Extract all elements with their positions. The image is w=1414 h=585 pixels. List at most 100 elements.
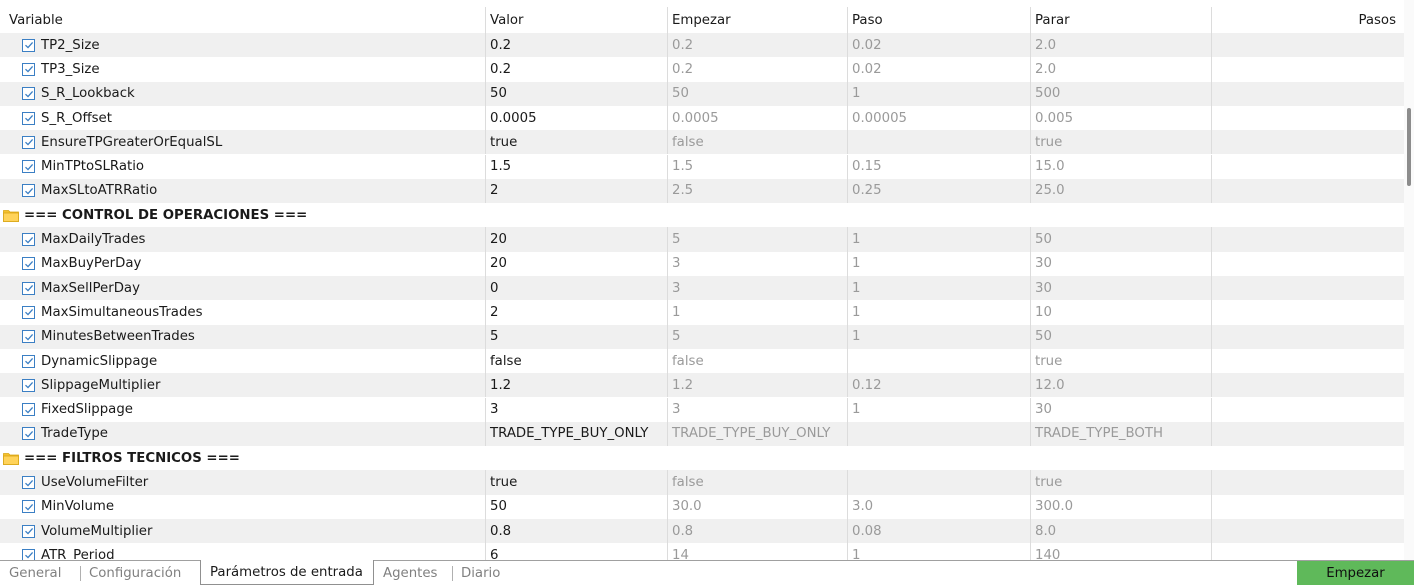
parameter-row[interactable]: ATR_Period 6 14 1 140 [0, 543, 1404, 560]
step-cell[interactable]: 3.0 [847, 494, 1030, 519]
stop-cell[interactable]: 300.0 [1030, 494, 1211, 519]
value-cell[interactable]: 1.5 [485, 154, 667, 179]
checkbox-checked-icon[interactable] [22, 87, 35, 101]
value-cell[interactable]: TRADE_TYPE_BUY_ONLY [485, 421, 667, 447]
step-cell[interactable]: 1 [847, 324, 1030, 349]
tab-parámetros-de-entrada[interactable]: Parámetros de entrada [200, 560, 374, 585]
parameter-row[interactable]: FixedSlippage 3 3 1 30 [0, 397, 1404, 422]
parameter-row[interactable]: MaxSimultaneousTrades 2 1 1 10 [0, 300, 1404, 325]
parameter-row[interactable]: S_R_Lookback 50 50 1 500 [0, 81, 1404, 106]
parameter-row[interactable]: S_R_Offset 0.0005 0.0005 0.00005 0.005 [0, 105, 1404, 131]
vertical-scrollbar[interactable] [1404, 0, 1414, 560]
stop-cell[interactable]: true [1030, 348, 1211, 374]
checkbox-checked-icon[interactable] [22, 427, 35, 441]
checkbox-checked-icon[interactable] [22, 160, 35, 174]
value-cell[interactable]: 0.0005 [485, 105, 667, 131]
stop-cell[interactable]: true [1030, 130, 1211, 155]
step-cell[interactable]: 0.12 [847, 373, 1030, 398]
start-cell[interactable]: 30.0 [667, 494, 847, 519]
start-cell[interactable]: 3 [667, 276, 847, 301]
value-cell[interactable]: 20 [485, 251, 667, 276]
start-cell[interactable]: 14 [667, 543, 847, 560]
parameter-row[interactable]: MinVolume 50 30.0 3.0 300.0 [0, 494, 1404, 519]
step-cell[interactable]: 1 [847, 276, 1030, 301]
step-cell[interactable] [847, 348, 1030, 374]
start-cell[interactable]: TRADE_TYPE_BUY_ONLY [667, 421, 847, 447]
value-cell[interactable]: true [485, 470, 667, 495]
parameter-row[interactable]: TP2_Size 0.2 0.2 0.02 2.0 [0, 33, 1404, 58]
start-cell[interactable]: false [667, 130, 847, 155]
value-cell[interactable]: 0 [485, 276, 667, 301]
step-cell[interactable]: 0.02 [847, 57, 1030, 82]
stop-cell[interactable]: 12.0 [1030, 373, 1211, 398]
value-cell[interactable]: 0.2 [485, 33, 667, 58]
step-cell[interactable]: 0.00005 [847, 105, 1030, 131]
parameter-row[interactable]: UseVolumeFilter true false true [0, 470, 1404, 495]
step-cell[interactable]: 1 [847, 543, 1030, 560]
start-cell[interactable]: 2.5 [667, 178, 847, 204]
column-header-value[interactable]: Valor [485, 7, 667, 33]
checkbox-checked-icon[interactable] [22, 305, 35, 319]
parameter-row[interactable]: MinTPtoSLRatio 1.5 1.5 0.15 15.0 [0, 154, 1404, 179]
start-cell[interactable]: 3 [667, 397, 847, 422]
stop-cell[interactable]: 8.0 [1030, 519, 1211, 544]
parameter-row[interactable]: MinutesBetweenTrades 5 5 1 50 [0, 324, 1404, 349]
parameter-row[interactable]: TP3_Size 0.2 0.2 0.02 2.0 [0, 57, 1404, 82]
step-cell[interactable]: 1 [847, 251, 1030, 276]
checkbox-checked-icon[interactable] [22, 184, 35, 198]
column-header-stop[interactable]: Parar [1030, 7, 1211, 33]
checkbox-checked-icon[interactable] [22, 257, 35, 271]
value-cell[interactable]: 2 [485, 300, 667, 325]
stop-cell[interactable]: 30 [1030, 251, 1211, 276]
parameter-row[interactable]: MaxDailyTrades 20 5 1 50 [0, 227, 1404, 252]
parameter-row[interactable]: MaxSellPerDay 0 3 1 30 [0, 276, 1404, 301]
step-cell[interactable]: 1 [847, 300, 1030, 325]
checkbox-checked-icon[interactable] [22, 281, 35, 295]
checkbox-checked-icon[interactable] [22, 548, 35, 560]
step-cell[interactable] [847, 130, 1030, 155]
step-cell[interactable]: 0.15 [847, 154, 1030, 179]
start-cell[interactable]: false [667, 470, 847, 495]
value-cell[interactable]: 20 [485, 227, 667, 252]
start-cell[interactable]: 1.2 [667, 373, 847, 398]
step-cell[interactable]: 0.25 [847, 178, 1030, 204]
checkbox-checked-icon[interactable] [22, 330, 35, 344]
column-header-variable[interactable]: Variable [0, 7, 485, 33]
start-cell[interactable]: 0.2 [667, 33, 847, 58]
tab-diario[interactable]: Diario [452, 561, 512, 585]
checkbox-checked-icon[interactable] [22, 403, 35, 417]
group-row[interactable]: === FILTROS TECNICOS === [0, 446, 1404, 471]
column-header-start[interactable]: Empezar [667, 7, 847, 33]
stop-cell[interactable]: true [1030, 470, 1211, 495]
stop-cell[interactable]: 25.0 [1030, 178, 1211, 204]
checkbox-checked-icon[interactable] [22, 135, 35, 149]
start-cell[interactable]: 5 [667, 227, 847, 252]
value-cell[interactable]: 2 [485, 178, 667, 204]
step-cell[interactable] [847, 421, 1030, 447]
stop-cell[interactable]: 30 [1030, 276, 1211, 301]
parameter-row[interactable]: MaxSLtoATRRatio 2 2.5 0.25 25.0 [0, 178, 1404, 204]
stop-cell[interactable]: 50 [1030, 227, 1211, 252]
step-cell[interactable]: 1 [847, 227, 1030, 252]
checkbox-checked-icon[interactable] [22, 476, 35, 490]
checkbox-checked-icon[interactable] [22, 378, 35, 392]
step-cell[interactable]: 0.08 [847, 519, 1030, 544]
stop-cell[interactable]: 10 [1030, 300, 1211, 325]
step-cell[interactable]: 1 [847, 397, 1030, 422]
step-cell[interactable]: 1 [847, 81, 1030, 106]
value-cell[interactable]: 0.2 [485, 57, 667, 82]
start-cell[interactable]: false [667, 348, 847, 374]
tab-agentes[interactable]: Agentes [374, 561, 452, 585]
value-cell[interactable]: 5 [485, 324, 667, 349]
parameter-row[interactable]: MaxBuyPerDay 20 3 1 30 [0, 251, 1404, 276]
checkbox-checked-icon[interactable] [22, 111, 35, 125]
start-cell[interactable]: 0.0005 [667, 105, 847, 131]
start-cell[interactable]: 50 [667, 81, 847, 106]
value-cell[interactable]: 1.2 [485, 373, 667, 398]
start-cell[interactable]: 0.8 [667, 519, 847, 544]
tab-general[interactable]: General [0, 561, 80, 585]
start-cell[interactable]: 1 [667, 300, 847, 325]
value-cell[interactable]: false [485, 348, 667, 374]
start-cell[interactable]: 5 [667, 324, 847, 349]
value-cell[interactable]: 50 [485, 494, 667, 519]
